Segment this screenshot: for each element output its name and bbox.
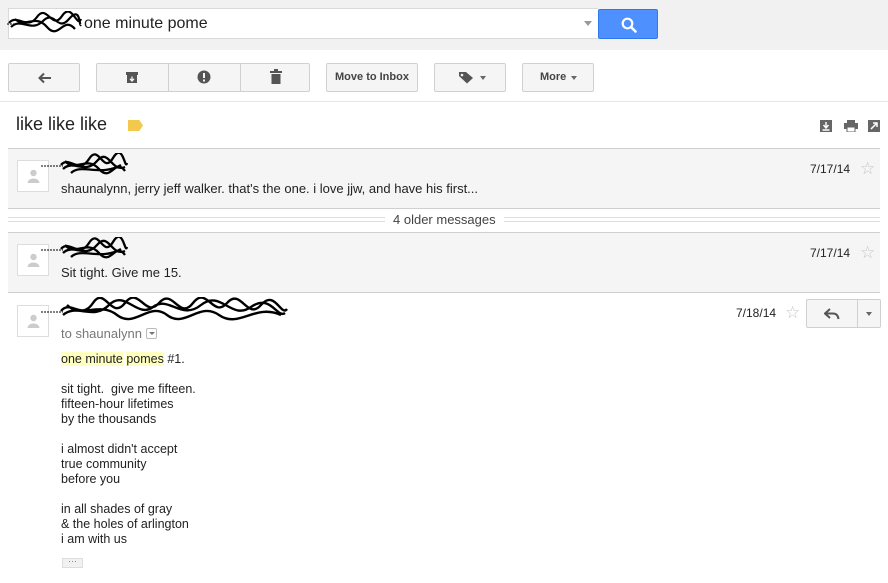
redacted-sender [41,153,129,175]
more-button[interactable]: More [522,63,594,92]
report-spam-icon [197,70,211,84]
body-line: & the holes of arlington [61,517,189,531]
message-date: 7/18/14 [736,306,777,320]
body-line: sit tight. give me fifteen. [61,382,196,396]
delete-button[interactable] [241,64,311,91]
body-line: true community [61,457,147,471]
report-spam-button[interactable] [169,64,240,91]
subject-row: like like like [0,102,888,148]
search-input[interactable]: one minute pome [7,8,598,39]
body-line: one minute pomes #1. [61,352,185,366]
chevron-down-icon [866,312,872,316]
star-icon[interactable]: ☆ [860,160,875,177]
message-date: 7/17/14 [810,162,851,176]
body-line: i almost didn't accept [61,442,178,456]
reply-icon [824,308,840,320]
back-button[interactable] [8,63,80,92]
print-icon[interactable] [844,120,858,132]
highlight: pomes [126,352,164,366]
body-line: in all shades of gray [61,502,173,516]
show-trimmed-content-button[interactable]: ··· [62,557,83,568]
more-label: More [540,71,567,83]
reply-button[interactable] [807,300,857,327]
reply-button-group [806,299,881,328]
new-window-icon[interactable] [868,120,880,132]
recipient-line: to shaunalynn [61,326,142,341]
redacted-scribble [7,11,83,33]
search-options-caret-icon[interactable] [584,21,592,26]
move-to-inbox-button[interactable]: Move to Inbox [326,63,418,92]
message-expanded: to shaunalynn 7/18/14 ☆ one minute pomes… [8,292,881,583]
redacted-sender [41,297,288,321]
star-icon[interactable]: ☆ [785,304,800,321]
older-messages-toggle[interactable]: 4 older messages [8,208,880,232]
message-snippet: Sit tight. Give me 15. [61,265,182,280]
archive-button[interactable] [97,64,168,91]
message-snippet: shaunalynn, jerry jeff walker. that's th… [61,181,479,196]
chevron-down-icon [571,76,577,80]
chevron-down-icon [480,76,486,80]
search-button[interactable] [598,9,658,39]
search-icon [621,17,637,33]
body-line: i am with us [61,532,127,546]
download-icon[interactable] [820,120,832,132]
body-text: #1. [163,352,185,366]
message-date: 7/17/14 [810,246,851,260]
label-tag-icon[interactable] [128,120,143,131]
star-icon[interactable]: ☆ [860,244,875,261]
toolbar: Move to Inbox More [0,50,888,102]
label-icon [459,72,473,84]
chevron-down-icon [149,332,155,335]
redacted-sender [41,237,129,259]
search-query: one minute pome [84,15,208,32]
message-collapsed[interactable]: shaunalynn, jerry jeff walker. that's th… [8,148,880,208]
older-messages-label: 4 older messages [385,212,504,227]
body-line: before you [61,472,121,486]
labels-button[interactable] [434,63,506,92]
person-icon [27,253,40,267]
trash-icon [270,69,282,84]
body-line: by the thousands [61,412,157,426]
show-details-button[interactable] [146,328,157,339]
archive-icon [126,72,138,83]
highlight: one minute [61,352,123,366]
more-actions-button[interactable] [858,300,880,327]
arrow-left-icon [38,72,51,84]
person-icon [27,169,40,183]
search-bar: one minute pome [0,0,888,50]
message-collapsed[interactable]: Sit tight. Give me 15. 7/17/14 ☆ [8,232,880,292]
body-line: fifteen-hour lifetimes [61,397,174,411]
action-button-group [96,63,310,92]
page-title: like like like [16,114,108,134]
person-icon [27,314,40,328]
